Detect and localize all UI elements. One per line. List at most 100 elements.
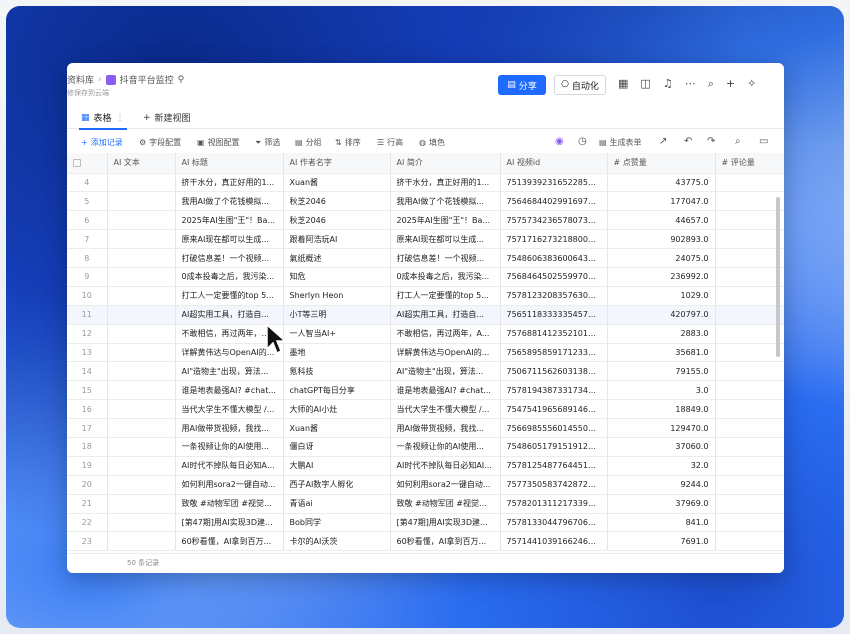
cell-intro[interactable]: 打破信息差！一个视频... (390, 248, 501, 268)
cell-author[interactable]: 氣纸概述 (283, 248, 391, 268)
cell-likes[interactable]: 236992.0 (607, 267, 716, 287)
cell-video-id[interactable]: 7578201311217339883 (500, 494, 608, 514)
table-row[interactable]: 20 如何利用sora2一键自动... 西子AI数字人孵化 如何利用sora2一键自动… (67, 475, 784, 495)
cell-text[interactable] (107, 437, 176, 457)
row-number[interactable]: 20 (67, 475, 108, 495)
fill-color-button[interactable]: ◍ 填色 (419, 137, 445, 148)
cell-title[interactable]: 致敬 #动物军团 #视觉震... (175, 494, 284, 514)
ai-assistant-icon[interactable]: ◉ (555, 136, 564, 147)
cell-title[interactable]: AI时代不掉队每日必知AI... (175, 456, 284, 476)
cell-comments[interactable] (715, 494, 784, 514)
cell-author[interactable]: 僵白讶 (283, 437, 391, 457)
cell-intro[interactable]: 一条视频让你的AI使用... (390, 437, 501, 457)
cell-title[interactable]: 我用AI做了个花钱模拟... (175, 191, 284, 212)
cell-text[interactable] (107, 456, 176, 476)
cell-title[interactable]: 打破信息差！一个视频... (175, 248, 284, 268)
cell-comments[interactable] (715, 173, 784, 193)
cell-text[interactable] (107, 286, 176, 306)
column-header-comments[interactable]: # 评论量 (715, 153, 784, 174)
plus-icon[interactable]: + (726, 77, 735, 91)
cell-author[interactable]: 秋芝2046 (283, 191, 391, 212)
cell-intro[interactable]: 用AI做带货视频，我找... (390, 418, 501, 438)
table-row[interactable]: 9 0成本投毒之后，我污染... 知危 0成本投毒之后，我污染... 756846450… (67, 267, 784, 287)
cell-author[interactable]: 青语ai (283, 494, 391, 514)
table-row[interactable]: 4 挤干水分，真正好用的1... Xuan酱 挤干水分，真正好用的1... 751393… (67, 173, 784, 193)
cell-title[interactable]: 打工人一定要懂的top 5... (175, 286, 284, 306)
tab-table[interactable]: ▦ 表格 ⋮ (79, 111, 127, 130)
bell-icon[interactable]: ♫ (663, 77, 673, 91)
cell-likes[interactable]: 2883.0 (607, 324, 716, 344)
table-row[interactable]: 18 一条视频让你的AI使用... 僵白讶 一条视频让你的AI使用... 7548605… (67, 437, 784, 457)
group-button[interactable]: ▤ 分组 (295, 137, 322, 148)
cell-author[interactable]: 氪科技 (283, 361, 391, 382)
cell-text[interactable] (107, 248, 176, 268)
cell-author[interactable]: 跟着阿浩玩AI (283, 229, 391, 250)
cell-title[interactable]: 谁是地表最强AI? #chat... (175, 380, 284, 401)
sparkle-icon[interactable]: ✧ (747, 77, 756, 91)
select-all-header[interactable] (67, 153, 108, 174)
new-view-button[interactable]: + 新建视图 (143, 111, 191, 125)
cell-text[interactable] (107, 210, 176, 231)
cell-video-id[interactable]: 7578123208357630554 (500, 286, 608, 306)
cell-likes[interactable]: 129470.0 (607, 418, 716, 438)
cell-likes[interactable]: 43775.0 (607, 173, 716, 193)
cell-text[interactable] (107, 324, 176, 344)
cell-text[interactable] (107, 229, 176, 250)
table-row[interactable]: 8 打破信息差！一个视频... 氣纸概述 打破信息差！一个视频... 754860638… (67, 248, 784, 268)
cell-likes[interactable]: 420797.0 (607, 305, 716, 325)
row-number[interactable]: 11 (67, 305, 108, 325)
sort-button[interactable]: ⇅ 排序 (335, 137, 361, 148)
cell-comments[interactable] (715, 380, 784, 401)
cell-video-id[interactable]: 7578125487764451058 (500, 456, 608, 476)
cell-author[interactable]: 一人智当AI+ (283, 324, 391, 344)
filter-button[interactable]: ⏷ 筛选 (255, 137, 280, 148)
cell-likes[interactable]: 1029.0 (607, 286, 716, 306)
table-row[interactable]: 17 用AI做带货视频，我找... Xuan酱 用AI做带货视频，我找... 75669… (67, 418, 784, 438)
cell-title[interactable]: 用AI做带货视频，我找... (175, 418, 284, 438)
cell-author[interactable]: 大鹏AI (283, 456, 391, 476)
cell-text[interactable] (107, 343, 176, 363)
select-all-checkbox[interactable] (73, 158, 81, 167)
row-number[interactable]: 8 (67, 248, 108, 268)
cell-likes[interactable]: 7691.0 (607, 531, 716, 552)
cell-video-id[interactable]: 7578133044796706088 (500, 513, 608, 533)
cell-intro[interactable]: 我用AI做了个花钱模拟... (390, 191, 501, 212)
cell-title[interactable]: 原来AI现在都可以生成... (175, 229, 284, 250)
cell-likes[interactable]: 3.0 (607, 380, 716, 401)
row-number[interactable]: 13 (67, 343, 108, 363)
field-config-button[interactable]: ⚙ 字段配置 (139, 137, 181, 148)
cell-title[interactable]: 当代大学生不懂大模型 /... (175, 399, 284, 420)
cell-likes[interactable]: 44657.0 (607, 210, 716, 231)
cell-author[interactable]: Bob同学 (283, 513, 391, 533)
cell-author[interactable]: 秋芝2046 (283, 210, 391, 231)
undo-icon[interactable]: ↶ (684, 136, 692, 147)
row-number[interactable]: 21 (67, 494, 108, 514)
cell-likes[interactable]: 9244.0 (607, 475, 716, 495)
cell-video-id[interactable]: 7577350583742872433 (500, 475, 608, 495)
cell-likes[interactable]: 37060.0 (607, 437, 716, 457)
cell-comments[interactable] (715, 437, 784, 457)
cell-author[interactable]: Xuan酱 (283, 173, 391, 193)
cell-likes[interactable]: 177047.0 (607, 191, 716, 212)
cell-author[interactable]: Xuan酱 (283, 418, 391, 438)
cell-title[interactable]: AI"造物主"出现，算法... (175, 361, 284, 382)
cell-video-id[interactable]: 7564684402991697190 (500, 191, 608, 212)
cell-author[interactable]: 小T等三明 (283, 305, 391, 325)
cell-author[interactable]: chatGPT每日分享 (283, 380, 391, 401)
table-row[interactable]: 22 [第47期]用AI实现3D建... Bob同学 [第47期]用AI实现3D建..… (67, 513, 784, 533)
row-number[interactable]: 18 (67, 437, 108, 457)
row-height-button[interactable]: ☰ 行高 (377, 137, 403, 148)
cell-title[interactable]: 挤干水分，真正好用的1... (175, 173, 284, 193)
row-number[interactable]: 14 (67, 361, 108, 382)
automation-button[interactable]: ⎔ 自动化 (554, 75, 606, 95)
cell-text[interactable] (107, 380, 176, 401)
cell-comments[interactable] (715, 191, 784, 212)
table-row[interactable]: 23 60秒看懂，AI拿到百万... 卡尔的AI沃茨 60秒看懂，AI拿到百万... 7… (67, 531, 784, 552)
cell-comments[interactable] (715, 343, 784, 363)
cell-intro[interactable]: 当代大学生不懂大模型 /... (390, 399, 501, 420)
row-number[interactable]: 22 (67, 513, 108, 533)
cell-author[interactable]: 西子AI数字人孵化 (283, 475, 391, 495)
row-number[interactable]: 16 (67, 399, 108, 420)
redo-icon[interactable]: ↷ (707, 136, 715, 147)
cell-title[interactable]: 2025年AI生图"王"！Ba... (175, 210, 284, 231)
